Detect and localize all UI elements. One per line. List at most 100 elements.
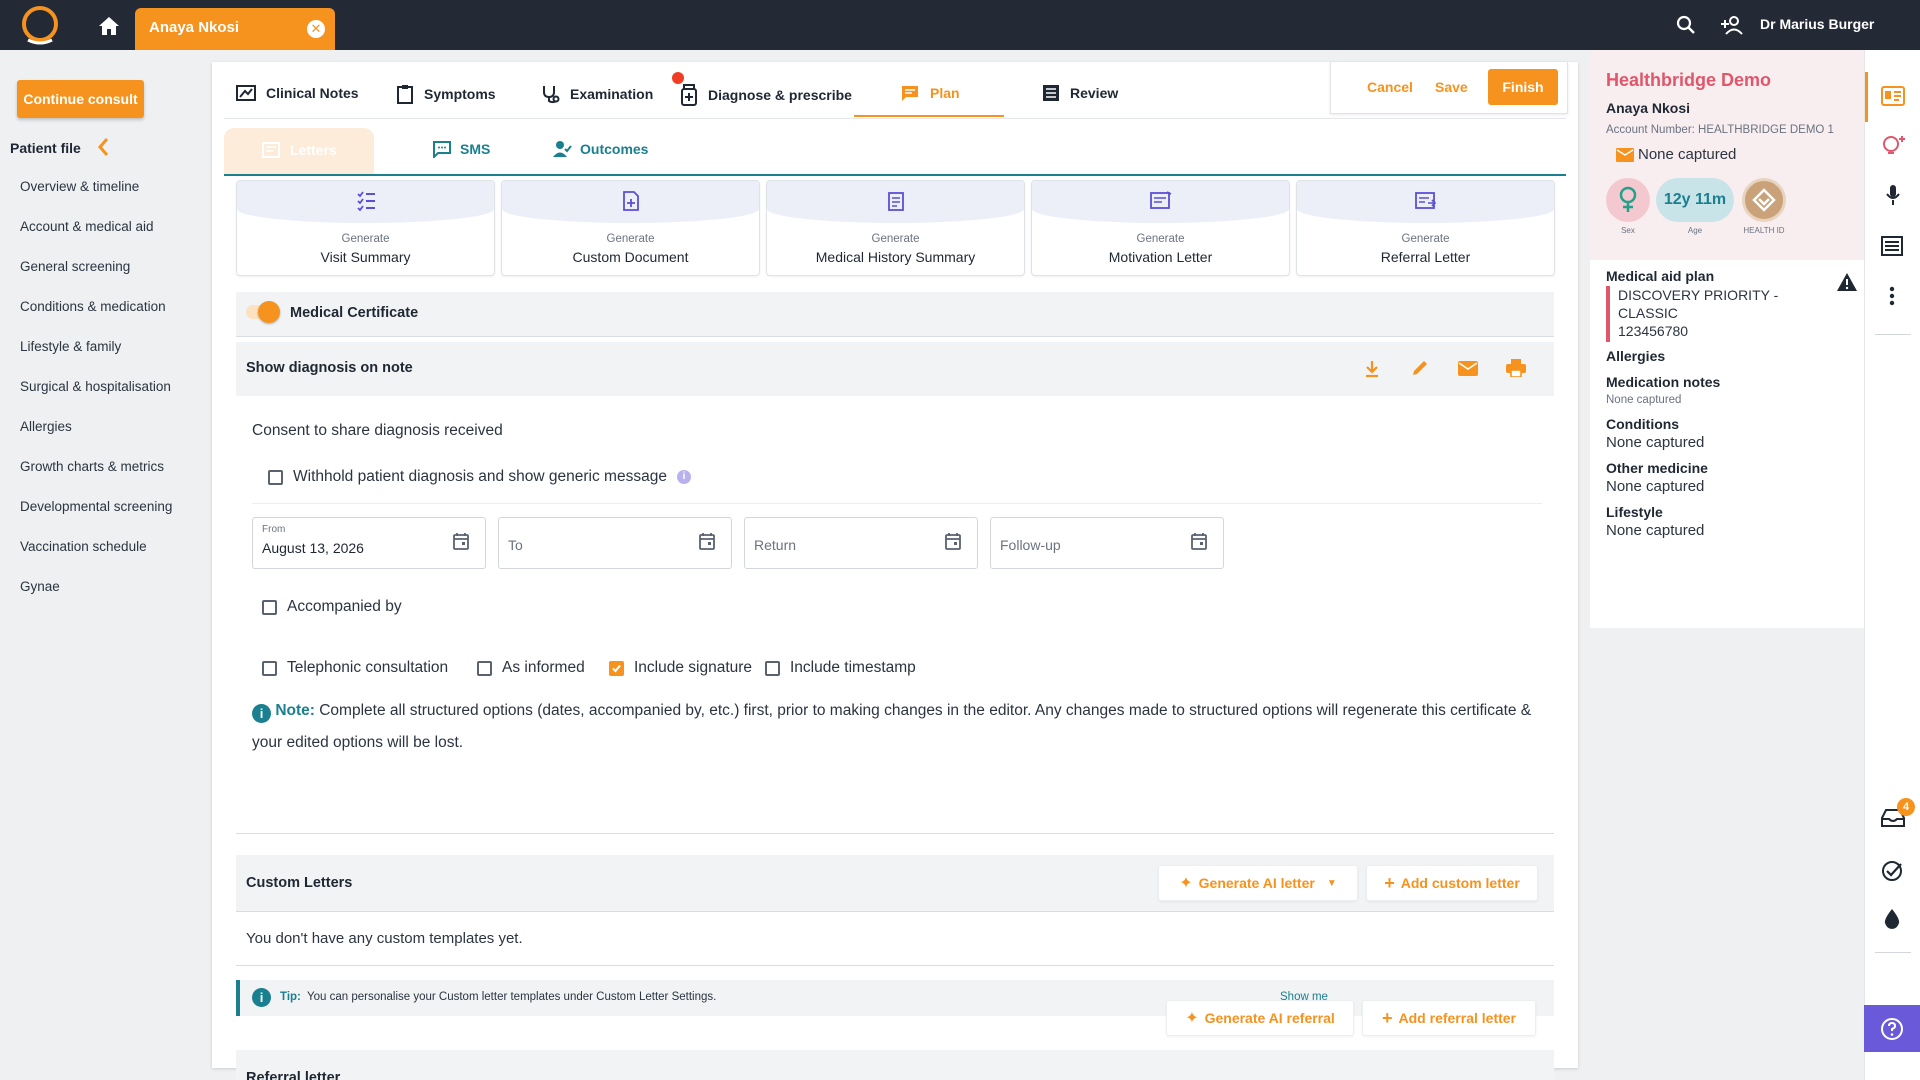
tab-review[interactable]: Review: [1042, 84, 1118, 102]
withhold-diagnosis-checkbox[interactable]: Withhold patient diagnosis and show gene…: [268, 468, 691, 486]
generate-ai-referral-button[interactable]: ✦ Generate AI referral: [1166, 1000, 1354, 1036]
accompanied-by-checkbox[interactable]: Accompanied by: [262, 598, 402, 616]
from-date-field[interactable]: From August 13, 2026: [252, 517, 486, 569]
caret-down-icon: ▼: [1326, 877, 1337, 889]
nav-item-surgical[interactable]: Surgical & hospitalisation: [20, 379, 171, 394]
close-icon[interactable]: ✕: [307, 20, 325, 38]
calendar-icon[interactable]: [1191, 532, 1207, 550]
clinical-notes-icon: [236, 85, 256, 101]
nav-item-conditions[interactable]: Conditions & medication: [20, 299, 166, 314]
help-icon: [1881, 1018, 1903, 1040]
home-icon[interactable]: [98, 16, 120, 36]
app-logo[interactable]: [20, 6, 60, 46]
checkbox[interactable]: [765, 660, 780, 676]
patient-card-icon[interactable]: [1881, 86, 1905, 106]
tip-bar: i Tip: You can personalise your Custom l…: [236, 980, 1554, 1016]
withhold-label: Withhold patient diagnosis and show gene…: [293, 468, 667, 485]
followup-date-field[interactable]: Follow-up: [990, 517, 1224, 569]
download-icon[interactable]: [1364, 360, 1380, 378]
check-circle-icon[interactable]: [1881, 860, 1903, 882]
telephonic-checkbox[interactable]: Telephonic consultation: [262, 659, 448, 677]
divider: [252, 503, 1542, 504]
plus-icon: +: [1382, 1007, 1393, 1028]
cancel-button[interactable]: Cancel: [1367, 79, 1413, 95]
include-timestamp-checkbox[interactable]: Include timestamp: [765, 659, 916, 677]
info-icon: i: [252, 704, 271, 723]
checkbox[interactable]: [262, 599, 277, 615]
checkbox-checked[interactable]: [609, 660, 624, 676]
warning-icon[interactable]: [1836, 272, 1858, 292]
generate-visit-summary-card[interactable]: Generate Visit Summary: [236, 180, 495, 276]
chevron-left-icon[interactable]: [96, 136, 110, 158]
nav-item-growth[interactable]: Growth charts & metrics: [20, 459, 164, 474]
tab-diagnose-prescribe[interactable]: Diagnose & prescribe: [680, 84, 852, 106]
add-referral-letter-label: Add referral letter: [1398, 1010, 1516, 1026]
tip-text: You can personalise your Custom letter t…: [307, 991, 717, 1003]
finish-button[interactable]: Finish: [1488, 69, 1558, 105]
help-button[interactable]: [1864, 1005, 1920, 1052]
patient-tab[interactable]: Anaya Nkosi ✕: [135, 8, 335, 50]
stethoscope-icon: [543, 86, 560, 104]
print-icon[interactable]: [1506, 359, 1526, 377]
save-button[interactable]: Save: [1435, 79, 1468, 95]
top-bar: Anaya Nkosi ✕ Dr Marius Burger: [0, 0, 1920, 50]
info-icon[interactable]: i: [676, 470, 691, 484]
more-vertical-icon[interactable]: [1889, 286, 1895, 306]
nav-item-allergies[interactable]: Allergies: [20, 419, 72, 434]
search-icon[interactable]: [1676, 15, 1696, 35]
nav-item-general-screening[interactable]: General screening: [20, 259, 130, 274]
subtab-outcomes[interactable]: Outcomes: [552, 140, 648, 158]
info-icon: i: [252, 988, 271, 1007]
nav-item-gynae[interactable]: Gynae: [20, 579, 60, 594]
return-date-field[interactable]: Return: [744, 517, 978, 569]
to-date-field[interactable]: To: [498, 517, 732, 569]
nav-item-lifestyle[interactable]: Lifestyle & family: [20, 339, 121, 354]
card-title: Motivation Letter: [1108, 249, 1213, 265]
calendar-icon[interactable]: [699, 532, 715, 550]
main-panel: Clinical Notes Symptoms Examination Diag…: [212, 62, 1578, 1080]
tab-clinical-notes[interactable]: Clinical Notes: [236, 84, 359, 102]
as-informed-checkbox[interactable]: As informed: [477, 659, 585, 677]
generate-referral-letter-card[interactable]: Generate Referral Letter: [1296, 180, 1555, 276]
generate-motivation-letter-card[interactable]: Generate Motivation Letter: [1031, 180, 1290, 276]
nav-item-account[interactable]: Account & medical aid: [20, 219, 154, 234]
divider: [1875, 952, 1911, 953]
checkbox[interactable]: [268, 469, 283, 485]
right-toolbar: 4: [1864, 50, 1920, 1080]
ideas-icon[interactable]: [1881, 134, 1907, 158]
doctor-name[interactable]: Dr Marius Burger: [1760, 16, 1874, 32]
include-signature-checkbox[interactable]: Include signature: [609, 659, 752, 677]
add-referral-letter-button[interactable]: + Add referral letter: [1362, 1000, 1536, 1036]
subtab-letters[interactable]: Letters: [224, 128, 374, 174]
generate-ai-letter-button[interactable]: ✦ Generate AI letter ▼: [1158, 865, 1358, 901]
add-person-icon[interactable]: [1720, 15, 1744, 35]
tab-examination[interactable]: Examination: [540, 84, 653, 104]
microphone-icon[interactable]: [1885, 184, 1901, 206]
tab-label: Symptoms: [424, 86, 496, 102]
generate-medical-history-card[interactable]: Generate Medical History Summary: [766, 180, 1025, 276]
generate-custom-document-card[interactable]: Generate Custom Document: [501, 180, 760, 276]
certificate-toggle[interactable]: [258, 301, 280, 323]
health-id-icon[interactable]: [1742, 178, 1786, 222]
checkbox[interactable]: [477, 660, 492, 676]
edit-icon[interactable]: [1411, 359, 1429, 377]
active-indicator: [1865, 72, 1868, 122]
records-list-icon[interactable]: [1881, 236, 1903, 256]
calendar-icon[interactable]: [945, 532, 961, 550]
letters-icon: [262, 142, 280, 158]
card-title: Medical History Summary: [815, 249, 976, 265]
email-icon[interactable]: [1458, 361, 1478, 376]
drop-icon[interactable]: [1883, 908, 1901, 930]
checkbox[interactable]: [262, 660, 277, 676]
tab-symptoms[interactable]: Symptoms: [396, 84, 496, 104]
card-prefix: Generate: [871, 233, 920, 245]
nav-item-vaccination[interactable]: Vaccination schedule: [20, 539, 147, 554]
nav-item-developmental[interactable]: Developmental screening: [20, 499, 172, 514]
card-prefix: Generate: [1401, 233, 1450, 245]
calendar-icon[interactable]: [453, 532, 469, 550]
subtab-sms[interactable]: SMS: [432, 140, 490, 158]
continue-consult-button[interactable]: Continue consult: [17, 80, 144, 118]
nav-item-overview[interactable]: Overview & timeline: [20, 179, 139, 194]
add-custom-letter-button[interactable]: + Add custom letter: [1366, 865, 1538, 901]
tab-plan[interactable]: Plan: [900, 84, 960, 102]
